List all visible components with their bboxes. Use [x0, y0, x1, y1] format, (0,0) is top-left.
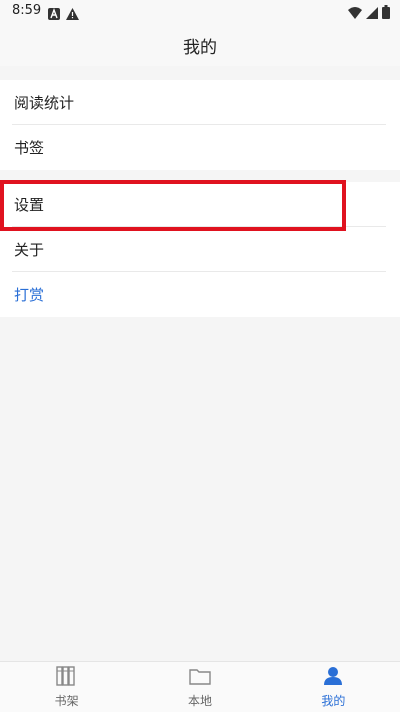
person-icon — [323, 666, 343, 690]
nav-label: 我的 — [321, 693, 346, 708]
menu-item-label: 阅读统计 — [14, 94, 75, 112]
menu-item-reading-stats[interactable]: 阅读统计 — [0, 80, 400, 125]
menu-item-label: 打赏 — [14, 286, 45, 304]
battery-icon — [382, 4, 390, 23]
status-left-icons — [48, 5, 79, 24]
status-right-icons — [348, 4, 390, 23]
bookshelf-icon — [55, 665, 78, 690]
menu-section-1: 阅读统计 书签 — [0, 80, 400, 170]
folder-icon — [189, 666, 211, 690]
nav-item-mine[interactable]: 我的 — [267, 662, 400, 712]
menu-item-about[interactable]: 关于 — [0, 227, 400, 272]
status-bar: 8:59 — [0, 0, 400, 24]
menu-item-label: 设置 — [14, 196, 45, 214]
status-time: 8:59 — [12, 3, 42, 18]
menu-item-label: 关于 — [14, 241, 45, 259]
wifi-icon — [348, 4, 362, 23]
menu-item-bookmarks[interactable]: 书签 — [0, 125, 400, 170]
menu-item-label: 书签 — [14, 139, 45, 157]
menu-section-2: 设置 关于 打赏 — [0, 182, 400, 317]
nav-label: 书架 — [54, 693, 79, 708]
bottom-nav: 书架 本地 我的 — [0, 661, 400, 712]
nav-label: 本地 — [187, 693, 212, 708]
app-bar: 我的 — [0, 24, 400, 66]
warning-icon — [66, 5, 79, 24]
page-title: 我的 — [183, 37, 217, 58]
nav-item-local[interactable]: 本地 — [133, 662, 266, 712]
nav-item-bookshelf[interactable]: 书架 — [0, 662, 133, 712]
a-badge-icon — [48, 5, 60, 24]
menu-item-donate[interactable]: 打赏 — [0, 272, 400, 317]
signal-icon — [366, 4, 378, 23]
menu-item-settings[interactable]: 设置 — [0, 182, 400, 227]
